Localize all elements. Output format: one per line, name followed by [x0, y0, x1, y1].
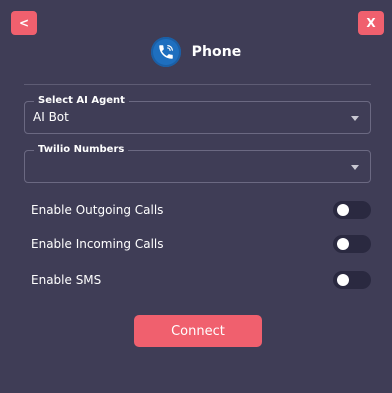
- sms-label: Enable SMS: [31, 273, 102, 287]
- outgoing-calls-label: Enable Outgoing Calls: [31, 203, 164, 217]
- phone-settings-panel: < X Phone Select AI Agent AI Bot Twilio …: [0, 0, 392, 393]
- chevron-down-icon: [351, 165, 359, 170]
- toggle-knob: [337, 274, 349, 286]
- ai-agent-value: AI Bot: [33, 110, 69, 124]
- ai-agent-label: Select AI Agent: [34, 95, 129, 107]
- page-title: Phone: [191, 44, 242, 60]
- outgoing-calls-row: Enable Outgoing Calls: [31, 200, 371, 220]
- close-button[interactable]: X: [358, 11, 384, 35]
- connect-button[interactable]: Connect: [134, 315, 262, 347]
- ai-agent-select[interactable]: Select AI Agent AI Bot: [24, 95, 371, 134]
- panel-header: Phone: [0, 35, 392, 69]
- twilio-numbers-select[interactable]: Twilio Numbers: [24, 144, 371, 183]
- toggle-knob: [337, 204, 349, 216]
- toggle-knob: [337, 238, 349, 250]
- phone-icon: [150, 37, 181, 67]
- header-divider: [24, 84, 371, 85]
- sms-row: Enable SMS: [31, 270, 371, 290]
- chevron-down-icon: [351, 116, 359, 121]
- outgoing-calls-toggle[interactable]: [333, 201, 371, 219]
- incoming-calls-row: Enable Incoming Calls: [31, 234, 371, 254]
- incoming-calls-label: Enable Incoming Calls: [31, 237, 164, 251]
- sms-toggle[interactable]: [333, 271, 371, 289]
- twilio-numbers-label: Twilio Numbers: [34, 144, 129, 156]
- back-button[interactable]: <: [11, 11, 37, 35]
- incoming-calls-toggle[interactable]: [333, 235, 371, 253]
